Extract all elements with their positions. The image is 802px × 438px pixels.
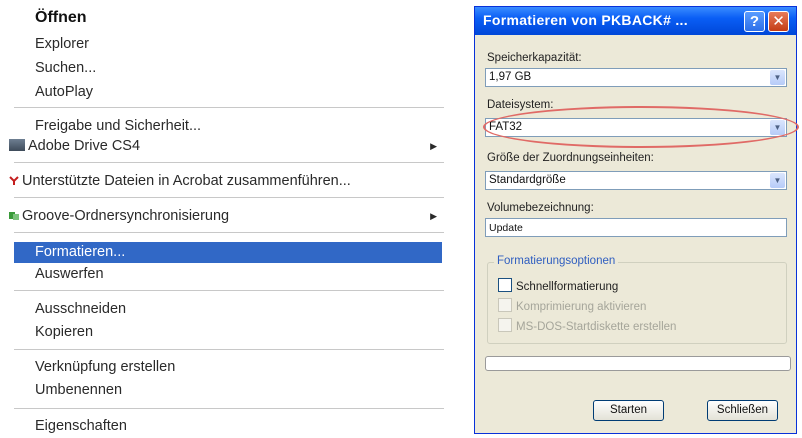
menu-item-create-shortcut[interactable]: Verknüpfung erstellen: [35, 357, 443, 377]
submenu-arrow-icon: ▶: [430, 141, 437, 151]
menu-item-explorer[interactable]: Explorer: [35, 34, 443, 54]
msdos-startup-label: MS-DOS-Startdiskette erstellen: [516, 321, 677, 333]
menu-item-search[interactable]: Suchen...: [35, 58, 443, 78]
checkbox-box[interactable]: [498, 278, 512, 292]
close-window-button[interactable]: ✕: [768, 11, 789, 32]
chevron-down-icon[interactable]: ▼: [770, 70, 785, 85]
format-options-group: Formatierungsoptionen Schnellformatierun…: [487, 255, 787, 344]
menu-item-acrobat[interactable]: Unterstützte Dateien in Acrobat zusammen…: [9, 171, 443, 191]
menu-item-copy[interactable]: Kopieren: [35, 322, 443, 342]
menu-item-label: Adobe Drive CS4: [28, 138, 141, 154]
menu-item-groove[interactable]: Groove-Ordnersynchronisierung ▶: [9, 206, 443, 226]
menu-separator: [14, 107, 444, 108]
groove-icon: [9, 207, 19, 220]
chevron-down-icon[interactable]: ▼: [770, 173, 785, 188]
menu-separator: [14, 197, 444, 198]
menu-separator: [14, 349, 444, 350]
quick-format-label: Schnellformatierung: [516, 281, 619, 293]
menu-item-properties[interactable]: Eigenschaften: [35, 416, 443, 436]
volume-label-label: Volumebezeichnung:: [487, 202, 594, 214]
help-button[interactable]: ?: [744, 11, 765, 32]
dialog-titlebar[interactable]: Formatieren von PKBACK# ... ? ✕: [475, 7, 796, 35]
menu-item-autoplay[interactable]: AutoPlay: [35, 82, 443, 102]
volume-label-value: Update: [489, 222, 523, 234]
annotation-ellipse: [483, 106, 799, 148]
menu-separator: [14, 232, 444, 233]
start-button[interactable]: Starten: [593, 400, 664, 421]
menu-item-share[interactable]: Freigabe und Sicherheit...: [35, 116, 443, 136]
checkbox-box: [498, 318, 512, 332]
menu-item-rename[interactable]: Umbenennen: [35, 380, 443, 400]
menu-item-adobe-drive[interactable]: Adobe Drive CS4 ▶: [9, 136, 443, 156]
volume-label-input[interactable]: Update: [485, 218, 787, 237]
format-dialog: Formatieren von PKBACK# ... ? ✕ Speicher…: [474, 6, 799, 434]
acrobat-icon: [9, 172, 19, 185]
close-button[interactable]: Schließen: [707, 400, 778, 421]
compression-checkbox: Komprimierung aktivieren: [498, 298, 646, 313]
menu-item-open[interactable]: Öffnen: [35, 8, 443, 28]
dialog-title: Formatieren von PKBACK# ...: [483, 12, 688, 28]
submenu-arrow-icon: ▶: [430, 211, 437, 221]
allocation-size-label: Größe der Zuordnungseinheiten:: [487, 152, 654, 164]
context-menu: Öffnen Explorer Suchen... AutoPlay Freig…: [0, 0, 450, 438]
checkbox-box: [498, 298, 512, 312]
allocation-size-select[interactable]: Standardgröße ▼: [485, 171, 787, 190]
capacity-label: Speicherkapazität:: [487, 52, 582, 64]
menu-separator: [14, 162, 444, 163]
menu-separator: [14, 290, 444, 291]
adobe-drive-icon: [9, 139, 25, 151]
capacity-select[interactable]: 1,97 GB ▼: [485, 68, 787, 87]
menu-item-cut[interactable]: Ausschneiden: [35, 299, 443, 319]
menu-item-label: Groove-Ordnersynchronisierung: [22, 208, 230, 224]
allocation-size-value: Standardgröße: [489, 174, 566, 186]
menu-separator: [14, 408, 444, 409]
filesystem-label: Dateisystem:: [487, 99, 554, 111]
msdos-startup-checkbox: MS-DOS-Startdiskette erstellen: [498, 318, 676, 333]
menu-item-eject[interactable]: Auswerfen: [35, 264, 443, 284]
quick-format-checkbox[interactable]: Schnellformatierung: [498, 278, 618, 293]
menu-item-format[interactable]: Formatieren...: [14, 242, 442, 263]
progress-bar: [485, 356, 791, 371]
compression-label: Komprimierung aktivieren: [516, 301, 647, 313]
menu-item-label: Unterstützte Dateien in Acrobat zusammen…: [22, 173, 351, 189]
capacity-value: 1,97 GB: [489, 71, 532, 83]
format-options-title: Formatierungsoptionen: [494, 255, 619, 267]
